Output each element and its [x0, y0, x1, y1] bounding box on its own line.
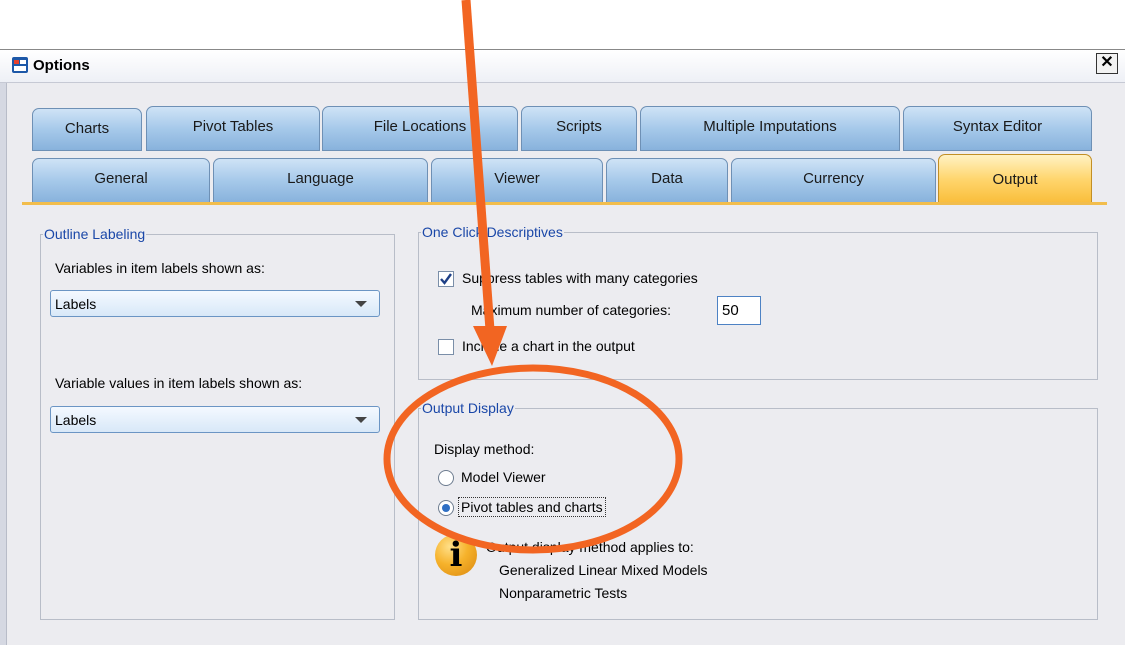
- info-line-1: Output display method applies to:: [486, 539, 694, 555]
- window-title: Options: [33, 57, 90, 74]
- display-method-label: Display method:: [434, 441, 535, 457]
- one-click-descriptives-legend: One Click Descriptives: [422, 224, 563, 240]
- tab-currency[interactable]: Currency: [731, 158, 936, 203]
- suppress-tables-checkbox[interactable]: [438, 271, 454, 287]
- tab-output[interactable]: Output: [938, 154, 1092, 204]
- tab-scripts[interactable]: Scripts: [521, 106, 637, 151]
- variables-dropdown-value: Labels: [55, 296, 97, 312]
- outline-labeling-legend: Outline Labeling: [44, 226, 146, 242]
- info-icon: i: [435, 534, 477, 576]
- title-bar: Options ✕: [0, 50, 1125, 83]
- info-line-2: Generalized Linear Mixed Models: [499, 562, 708, 578]
- variable-values-dropdown[interactable]: Labels: [50, 406, 380, 433]
- close-button[interactable]: ✕: [1096, 53, 1118, 74]
- info-line-3: Nonparametric Tests: [499, 585, 628, 601]
- pivot-tables-label: Pivot tables and charts: [458, 497, 606, 517]
- suppress-tables-label: Suppress tables with many categories: [462, 270, 698, 286]
- checkmark-icon: [440, 273, 452, 285]
- pivot-tables-radio[interactable]: [438, 500, 454, 516]
- tab-syntax-editor[interactable]: Syntax Editor: [903, 106, 1092, 151]
- spss-options-icon: [12, 57, 28, 73]
- output-display-legend: Output Display: [422, 400, 514, 416]
- max-categories-input[interactable]: 50: [717, 296, 761, 325]
- chevron-down-icon: [355, 417, 367, 423]
- tab-multiple-imputations[interactable]: Multiple Imputations: [640, 106, 900, 151]
- tab-divider: [22, 202, 1107, 205]
- tab-language[interactable]: Language: [213, 158, 428, 203]
- chevron-down-icon: [355, 301, 367, 307]
- include-chart-checkbox[interactable]: [438, 339, 454, 355]
- max-categories-label: Maximum number of categories:: [471, 302, 671, 318]
- variables-dropdown[interactable]: Labels: [50, 290, 380, 317]
- window-edge: [0, 50, 7, 645]
- tab-general[interactable]: General: [32, 158, 210, 203]
- close-icon: ✕: [1100, 54, 1114, 71]
- tab-viewer[interactable]: Viewer: [431, 158, 603, 203]
- variable-values-label: Variable values in item labels shown as:: [55, 375, 303, 391]
- tab-data[interactable]: Data: [606, 158, 728, 203]
- variables-label: Variables in item labels shown as:: [55, 260, 265, 276]
- include-chart-label: Include a chart in the output: [462, 338, 635, 354]
- variable-values-dropdown-value: Labels: [55, 412, 97, 428]
- tab-charts[interactable]: Charts: [32, 108, 142, 151]
- tab-pivot-tables[interactable]: Pivot Tables: [146, 106, 320, 151]
- model-viewer-label: Model Viewer: [461, 469, 546, 485]
- model-viewer-radio[interactable]: [438, 470, 454, 486]
- tab-file-locations[interactable]: File Locations: [322, 106, 518, 151]
